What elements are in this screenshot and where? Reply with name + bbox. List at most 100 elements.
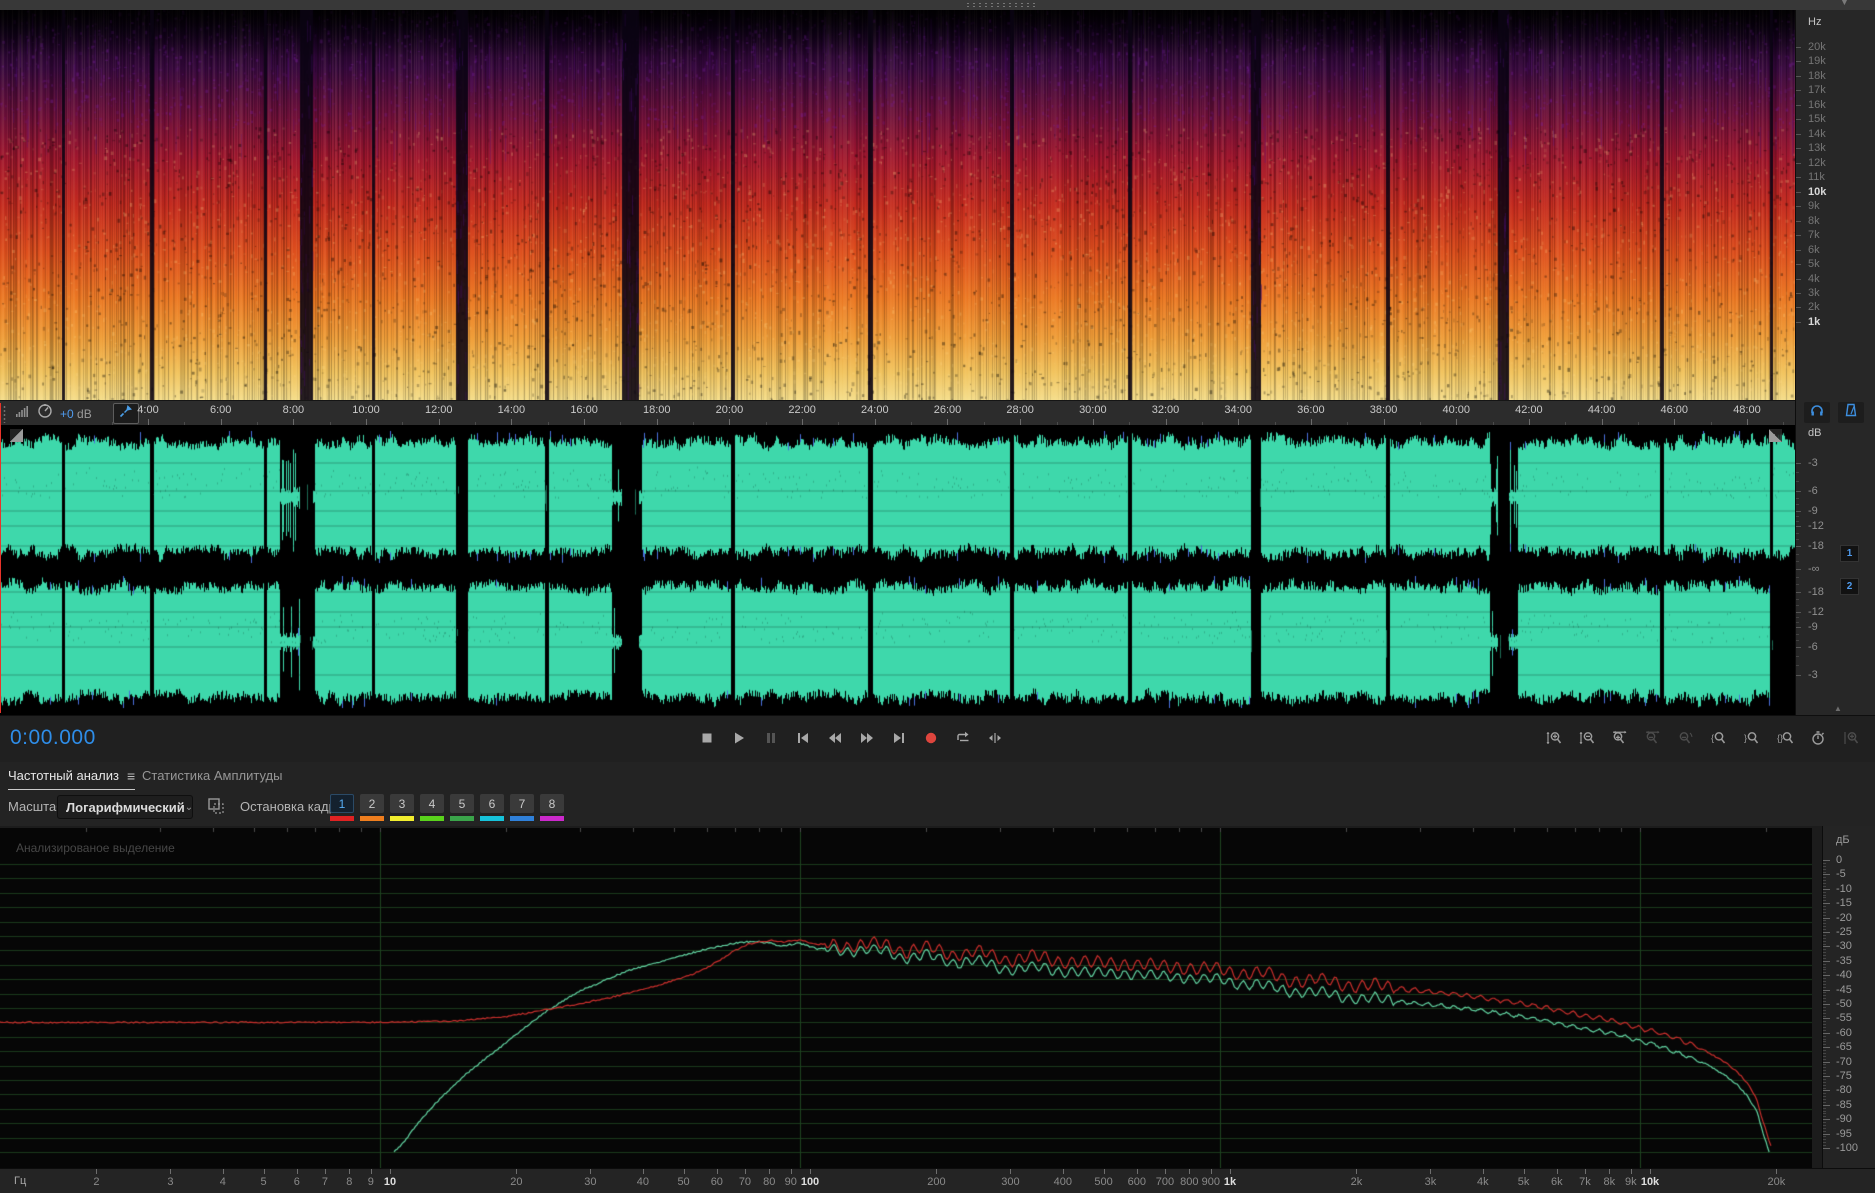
chart-freq-label: 7k	[1579, 1176, 1591, 1188]
chart-db-tick	[1823, 960, 1830, 962]
stop-button[interactable]	[695, 722, 718, 754]
frame-hold-button-7[interactable]: 7	[510, 794, 534, 821]
frame-hold-button-1[interactable]: 1	[330, 794, 354, 821]
timeline-label: 24:00	[861, 404, 889, 416]
chart-db-label: -50	[1836, 998, 1852, 1010]
waveform-display[interactable]	[0, 425, 1795, 715]
chart-db-tick-minor	[1823, 972, 1826, 974]
play-button[interactable]	[727, 722, 750, 754]
hz-tick-mark	[1796, 220, 1801, 222]
frame-hold-button-label: 6	[480, 794, 504, 813]
chart-db-tick-minor	[1823, 920, 1826, 922]
record-button[interactable]	[919, 722, 942, 754]
chart-db-tick	[1823, 1148, 1830, 1149]
gain-indicator[interactable]: +0 dB	[60, 407, 92, 421]
frame-hold-button-6[interactable]: 6	[480, 794, 504, 821]
chart-freq-tick	[1136, 1169, 1138, 1174]
frame-hold-button-2[interactable]: 2	[360, 794, 384, 821]
frame-hold-button-5[interactable]: 5	[450, 794, 474, 821]
hz-tick-mark	[1796, 119, 1801, 121]
hz-tick-label: 14k	[1808, 127, 1826, 140]
pause-button[interactable]	[759, 722, 782, 754]
wave-db-tick	[1796, 647, 1801, 648]
selection-handle-right[interactable]	[1769, 429, 1782, 442]
chart-db-tick-minor	[1823, 883, 1826, 885]
zoom-in-vertical-button[interactable]	[1544, 722, 1564, 754]
panel-menu-icon[interactable]: ≡	[127, 768, 135, 784]
hz-tick-label: 18k	[1808, 69, 1826, 82]
wave-db-label: -9	[1808, 505, 1818, 517]
frame-hold-button-8[interactable]: 8	[540, 794, 564, 821]
panel-grip-icon[interactable]	[2, 404, 7, 423]
headphones-button[interactable]	[1804, 402, 1830, 423]
timeline-label: 16:00	[570, 404, 598, 416]
skip-to-start-button[interactable]	[791, 722, 814, 754]
wave-db-tick	[1796, 491, 1801, 492]
skip-start-icon	[797, 733, 808, 743]
wave-db-label: -9	[1808, 621, 1818, 633]
frequency-analysis-panel	[0, 826, 1875, 1168]
restore-zoom-button[interactable]	[1808, 722, 1828, 754]
tab-amplitude-statistics[interactable]: Статистика Амплитуды	[142, 762, 282, 789]
time-display[interactable]: 0:00.000	[10, 726, 96, 750]
scroll-up-icon[interactable]: ▲	[1834, 704, 1842, 713]
metronome-button[interactable]	[1838, 402, 1864, 423]
copy-graph-button[interactable]	[207, 797, 225, 815]
wave-db-tick-minor	[1796, 532, 1799, 534]
hz-tick-mark	[1796, 206, 1801, 208]
chart-db-tick-minor	[1823, 911, 1826, 913]
amplitude-axis[interactable]: dB ▲ -3 -6 -9 -12 -18 -∞ -18 -12 -9 -6 -3 1 2	[1795, 425, 1875, 715]
frequency-axis[interactable]: Hz 20k 19k 18k 17k 16k 15k 14k 13k 12k 11k 10k 9k 8k…	[1795, 10, 1875, 400]
pin-marker-button[interactable]	[112, 403, 139, 424]
frame-hold-button-4[interactable]: 4	[420, 794, 444, 821]
skip-to-end-button[interactable]	[887, 722, 910, 754]
timeline-ruler[interactable]: +0 dB 4:00 6:00 8:00 10:00 12:00 14:00 16:00 18…	[0, 400, 1795, 427]
zoom-in-left-edge-button[interactable]: {	[1709, 722, 1729, 754]
zoom-in-horizontal-button[interactable]	[1610, 722, 1630, 754]
chart-freq-tick	[1189, 1169, 1191, 1174]
tab-frequency-analysis[interactable]: Частотный анализ ≡	[8, 762, 136, 791]
chart-db-tick	[1823, 1076, 1830, 1077]
timer-icon	[1812, 731, 1824, 745]
zout-h-icon	[1646, 730, 1660, 744]
chart-db-tick-minor	[1823, 1024, 1826, 1026]
scale-dropdown[interactable]: Логарифмический ⌄	[57, 795, 193, 819]
scrollbar-grip-icon[interactable]	[965, 2, 1037, 8]
wave-db-tick-minor	[1796, 598, 1799, 600]
zoom-in-right-edge-button[interactable]: }	[1742, 722, 1762, 754]
channel-badge[interactable]: 1	[1840, 545, 1859, 562]
chart-db-tick-minor	[1823, 880, 1826, 882]
frequency-analysis-chart[interactable]	[0, 828, 1812, 1168]
hz-tick-mark	[1796, 249, 1801, 251]
timeline-label: 48:00	[1733, 404, 1761, 416]
chart-freq-label: 6	[293, 1176, 300, 1188]
rewind-button[interactable]	[823, 722, 846, 754]
zoom-to-selection-button[interactable]: {}	[1775, 722, 1795, 754]
selection-handle-left[interactable]	[10, 429, 23, 442]
chart-freq-tick	[769, 1169, 771, 1174]
hz-tick-mark	[1796, 278, 1801, 280]
chart-freq-label: 50	[677, 1176, 690, 1188]
loop-playback-button[interactable]	[951, 722, 974, 754]
channel-badge[interactable]: 2	[1840, 578, 1859, 595]
zoom-out-horizontal-button[interactable]	[1643, 722, 1663, 754]
zoom-full-button[interactable]	[1841, 722, 1861, 754]
hz-tick-mark	[1796, 235, 1801, 237]
chart-freq-label: 7	[321, 1176, 328, 1188]
spectrogram-display[interactable]	[0, 10, 1795, 400]
chart-db-label: -45	[1836, 983, 1852, 996]
zoom-reset-button[interactable]	[1676, 722, 1696, 754]
playhead[interactable]	[0, 403, 1, 713]
zoom-out-vertical-button[interactable]	[1577, 722, 1597, 754]
wave-db-tick-minor	[1796, 576, 1799, 578]
wave-db-tick	[1796, 546, 1801, 547]
chart-db-tick-minor	[1823, 1139, 1826, 1141]
chart-freq-label: 5k	[1517, 1176, 1530, 1188]
hz-tick-label: 4k	[1808, 272, 1820, 285]
fast-forward-button[interactable]	[855, 722, 878, 754]
chart-db-tick-minor	[1823, 929, 1826, 931]
wave-db-tick-minor	[1796, 504, 1799, 506]
skip-selection-button[interactable]	[983, 722, 1006, 754]
zin-v-icon	[1546, 732, 1562, 744]
frame-hold-button-3[interactable]: 3	[390, 794, 414, 821]
